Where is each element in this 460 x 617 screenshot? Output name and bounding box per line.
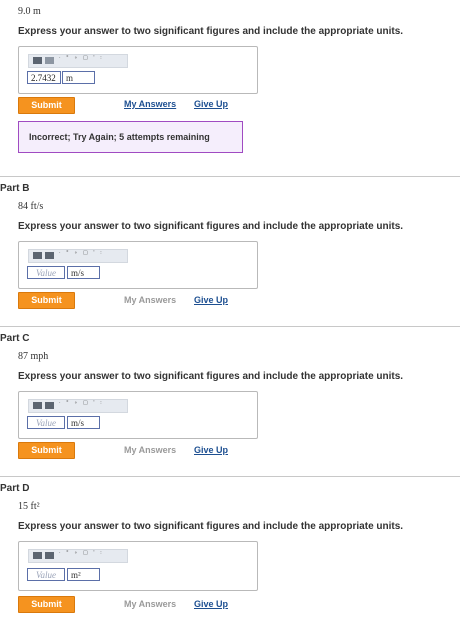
template-icon[interactable] [33, 402, 42, 409]
part-d-quantity: 15 ft² [18, 501, 40, 512]
part-a-value-field[interactable]: 2.7432 [27, 71, 61, 84]
part-c-answer-box: · ° ∘ □ ' ∶ Value m/s [18, 391, 258, 439]
part-b-value-field[interactable]: Value [27, 266, 65, 279]
symbol-palette[interactable]: · ° ∘ □ ' ∶ [59, 550, 104, 556]
part-c-value-field[interactable]: Value [27, 416, 65, 429]
part-b-instruction: Express your answer to two significant f… [18, 221, 404, 232]
part-c-give-up-link[interactable]: Give Up [194, 445, 228, 455]
template-icon[interactable] [33, 552, 42, 559]
part-a-give-up-link[interactable]: Give Up [194, 99, 228, 109]
part-d-give-up-link[interactable]: Give Up [194, 599, 228, 609]
part-d-title[interactable]: Part D [0, 483, 29, 494]
math-toolbar: · ° ∘ □ ' ∶ [28, 249, 128, 263]
part-c-unit-field[interactable]: m/s [67, 416, 100, 429]
divider [0, 476, 460, 477]
divider [0, 176, 460, 177]
units-icon[interactable] [45, 402, 54, 409]
part-d-submit-button[interactable]: Submit [18, 596, 75, 613]
part-b-submit-button[interactable]: Submit [18, 292, 75, 309]
units-icon[interactable] [45, 252, 54, 259]
part-a-my-answers-link[interactable]: My Answers [124, 99, 176, 109]
part-a-submit-button[interactable]: Submit [18, 97, 75, 114]
part-b-give-up-link[interactable]: Give Up [194, 295, 228, 305]
part-a-feedback: Incorrect; Try Again; 5 attempts remaini… [18, 121, 243, 153]
symbol-palette[interactable]: · ° ∘ □ ' ∶ [59, 55, 104, 61]
template-icon[interactable] [33, 57, 42, 64]
part-c-instruction: Express your answer to two significant f… [18, 371, 404, 382]
symbol-palette[interactable]: · ° ∘ □ ' ∶ [59, 250, 104, 256]
part-a-quantity: 9.0 m [18, 6, 41, 17]
units-icon[interactable] [45, 552, 54, 559]
part-d-instruction: Express your answer to two significant f… [18, 521, 404, 532]
math-toolbar: · ° ∘ □ ' ∶ [28, 399, 128, 413]
part-c-my-answers-link: My Answers [124, 445, 177, 455]
part-b-unit-field[interactable]: m/s [67, 266, 100, 279]
part-d-value-field[interactable]: Value [27, 568, 65, 581]
part-b-title[interactable]: Part B [0, 183, 29, 194]
math-toolbar: · ° ∘ □ ' ∶ [28, 549, 128, 563]
math-toolbar: · ° ∘ □ ' ∶ [28, 54, 128, 68]
units-icon[interactable] [45, 57, 54, 64]
part-d-answer-box: · ° ∘ □ ' ∶ Value m² [18, 541, 258, 591]
part-b-answer-box: · ° ∘ □ ' ∶ Value m/s [18, 241, 258, 289]
part-a-unit-field[interactable]: m [62, 71, 95, 84]
symbol-palette[interactable]: · ° ∘ □ ' ∶ [59, 400, 104, 406]
part-c-submit-button[interactable]: Submit [18, 442, 75, 459]
part-d-my-answers-link: My Answers [124, 599, 177, 609]
part-c-quantity: 87 mph [18, 351, 49, 362]
part-b-my-answers-link: My Answers [124, 295, 177, 305]
divider [0, 326, 460, 327]
part-b-quantity: 84 ft/s [18, 201, 44, 212]
part-a-instruction: Express your answer to two significant f… [18, 26, 404, 37]
part-c-title[interactable]: Part C [0, 333, 29, 344]
part-d-unit-field[interactable]: m² [67, 568, 100, 581]
template-icon[interactable] [33, 252, 42, 259]
part-a-answer-box: · ° ∘ □ ' ∶ 2.7432 m [18, 46, 258, 94]
